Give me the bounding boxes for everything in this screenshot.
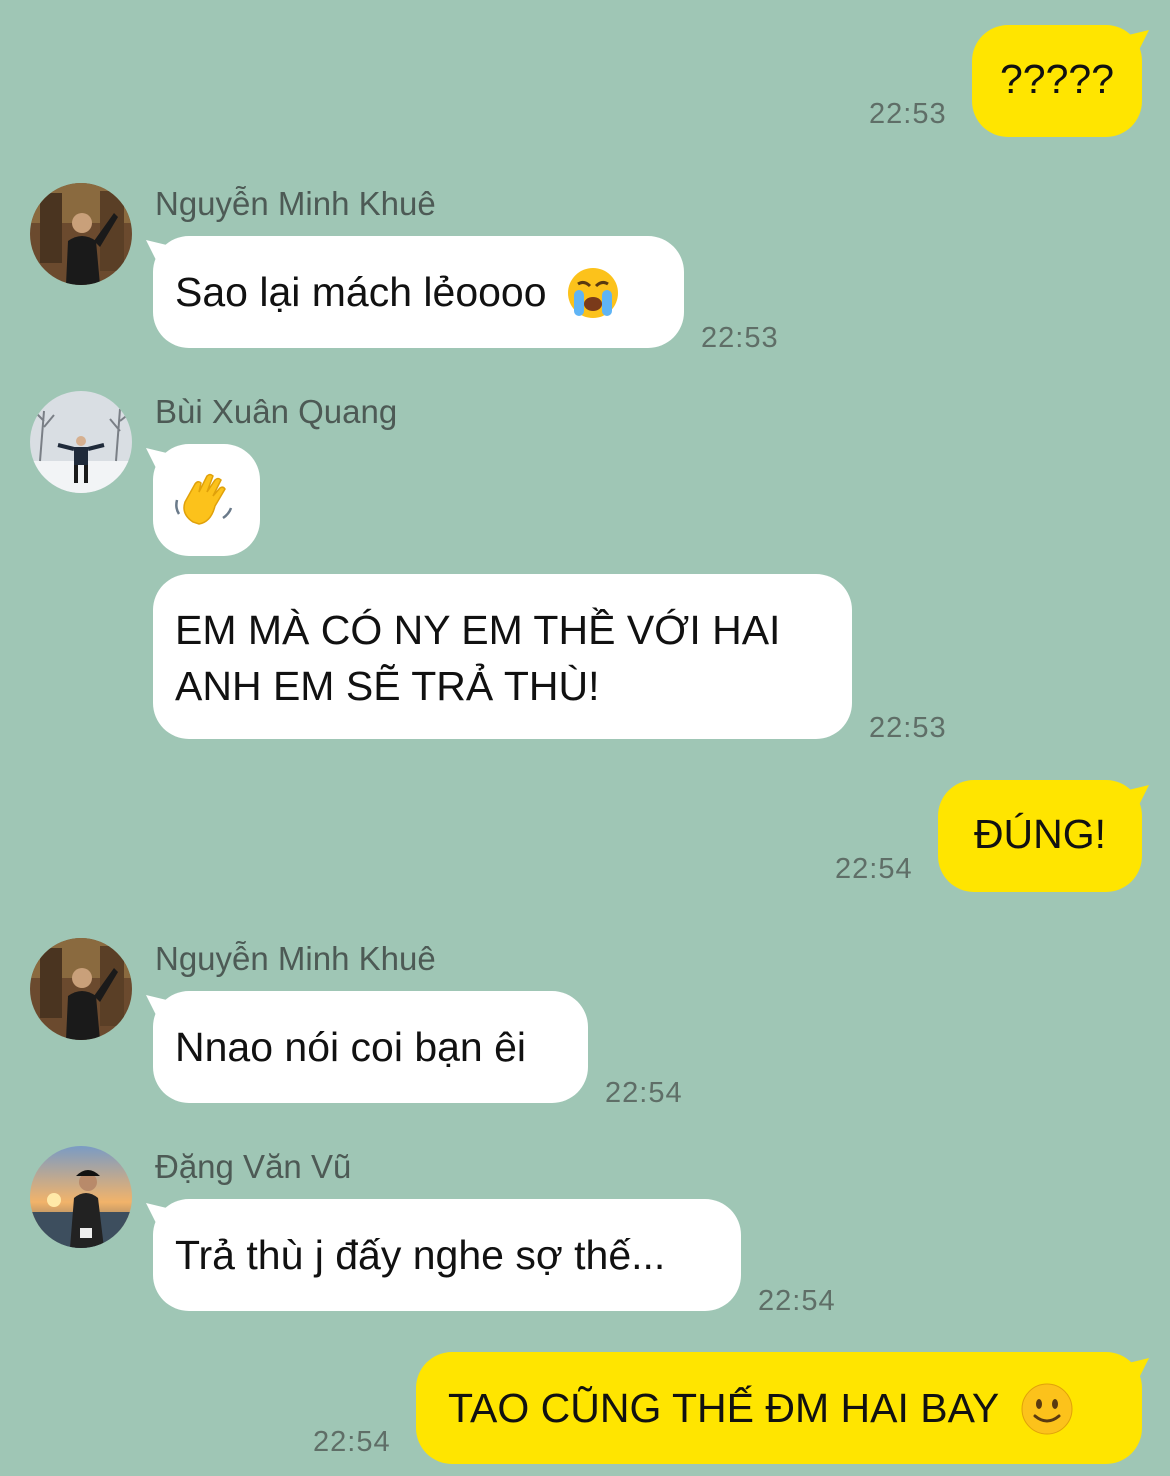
message-bubble-incoming[interactable]: Trả thù j đấy nghe sợ thế... bbox=[153, 1199, 741, 1311]
message-text: ????? bbox=[999, 56, 1114, 102]
message-timestamp: 22:53 bbox=[701, 322, 779, 354]
message-timestamp: 22:54 bbox=[313, 1426, 391, 1458]
sender-name: Nguyễn Minh Khuê bbox=[155, 185, 436, 222]
message-timestamp: 22:54 bbox=[758, 1285, 836, 1317]
message-timestamp: 22:53 bbox=[869, 98, 947, 130]
slightly-smiling-face-icon bbox=[1010, 1382, 1074, 1440]
message-text: Sao lại mách lẻoooo bbox=[175, 269, 547, 315]
message-timestamp: 22:54 bbox=[835, 853, 913, 885]
message-bubble-incoming[interactable]: Sao lại mách lẻoooo bbox=[153, 236, 684, 348]
waving-hand-icon bbox=[173, 470, 235, 544]
message-text-line: ANH EM SẼ TRẢ THÙ! bbox=[175, 663, 600, 709]
message-text: Nnao nói coi bạn êi bbox=[175, 1024, 527, 1070]
sender-name: Đặng Văn Vũ bbox=[155, 1148, 352, 1185]
loudly-crying-face-icon bbox=[558, 266, 620, 324]
message-bubble-incoming[interactable]: Nnao nói coi bạn êi bbox=[153, 991, 588, 1103]
sender-name: Nguyễn Minh Khuê bbox=[155, 940, 436, 977]
message-text: TAO CŨNG THẾ ĐM HAI BAY bbox=[448, 1385, 999, 1431]
message-bubble-incoming[interactable]: EM MÀ CÓ NY EM THỀ VỚI HAI ANH EM SẼ TRẢ… bbox=[153, 574, 852, 739]
message-text: Trả thù j đấy nghe sợ thế... bbox=[175, 1232, 666, 1278]
avatar[interactable] bbox=[30, 183, 132, 285]
message-bubble-incoming[interactable] bbox=[153, 444, 260, 556]
message-bubble-outgoing[interactable]: ????? bbox=[972, 25, 1142, 137]
avatar[interactable] bbox=[30, 938, 132, 1040]
sender-name: Bùi Xuân Quang bbox=[155, 393, 398, 430]
message-text-line: EM MÀ CÓ NY EM THỀ VỚI HAI bbox=[175, 607, 781, 653]
message-timestamp: 22:53 bbox=[869, 712, 947, 744]
message-timestamp: 22:54 bbox=[605, 1077, 683, 1109]
message-bubble-outgoing[interactable]: ĐÚNG! bbox=[938, 780, 1142, 892]
message-text: ĐÚNG! bbox=[973, 811, 1107, 857]
avatar[interactable] bbox=[30, 391, 132, 493]
message-bubble-outgoing[interactable]: TAO CŨNG THẾ ĐM HAI BAY bbox=[416, 1352, 1142, 1464]
avatar[interactable] bbox=[30, 1146, 132, 1248]
